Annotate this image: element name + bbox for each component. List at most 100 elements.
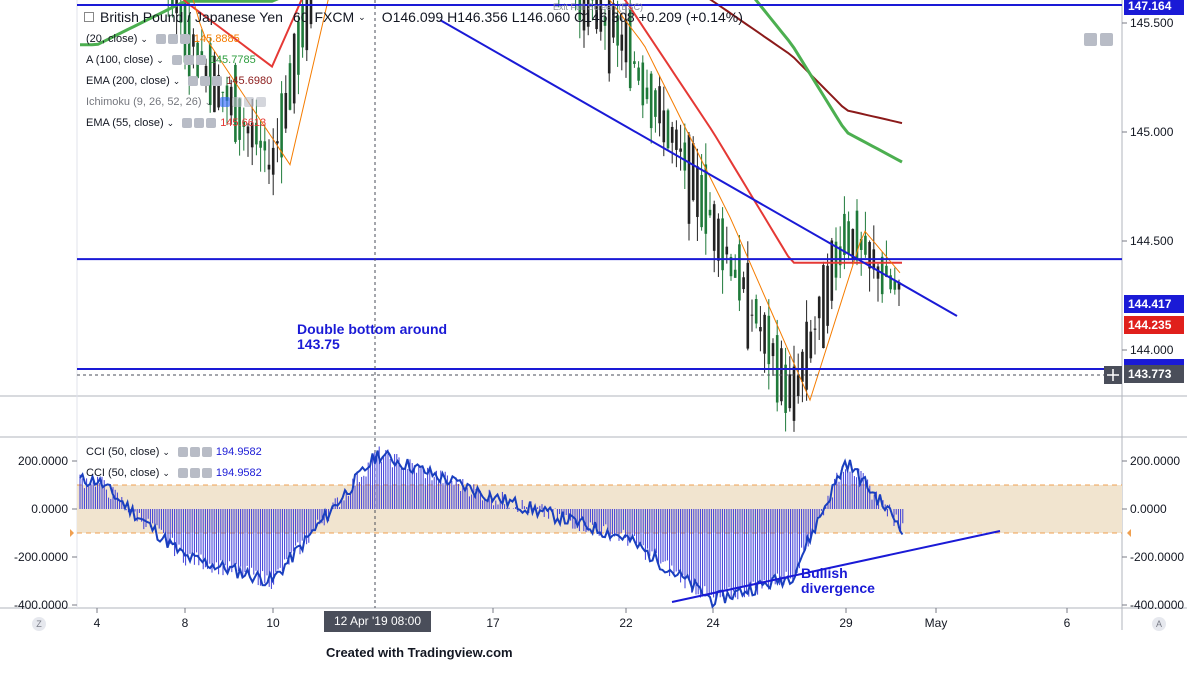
candle-body: [864, 235, 867, 255]
time-tick-label: 29: [839, 616, 853, 630]
eye-icon: [155, 34, 166, 44]
candle-body: [288, 63, 292, 110]
candle-body: [876, 266, 880, 279]
cci-tick-label: -200.0000: [1130, 550, 1184, 564]
candle-body: [654, 90, 657, 117]
candle-body: [712, 204, 716, 251]
annotation-line: divergence: [801, 580, 875, 596]
candle-body: [687, 134, 691, 224]
indicator-value: 145.7785: [209, 54, 256, 66]
eye-icon: [171, 55, 182, 65]
indicator-legend-ema55[interactable]: EMA (55, close) ⌄ 145.6613: [86, 114, 266, 132]
indicator-legend-sma20[interactable]: (20, close) ⌄ 145.8885: [86, 30, 240, 48]
ohlc-values: O146.099 H146.356 L146.060 C146.308 +0.2…: [381, 9, 743, 25]
candle-body: [851, 229, 855, 259]
indicator-label: CCI (50, close): [86, 446, 160, 458]
pane-maximize-button[interactable]: [1100, 33, 1113, 46]
candle-body: [805, 321, 808, 390]
candle-body: [645, 87, 649, 100]
candle-body: [843, 213, 846, 255]
candle-body: [763, 314, 766, 354]
candle-body: [784, 364, 787, 413]
candle-body: [649, 73, 653, 129]
indicator-controls: [177, 447, 212, 457]
candle-body: [679, 148, 682, 152]
close-icon: [206, 118, 217, 128]
indicator-label: CCI (50, close): [86, 467, 160, 479]
cci-tick-label-left: -400.0000: [14, 598, 68, 612]
footer-credit: Created with Tradingview.com: [326, 645, 513, 660]
chevron-down-icon[interactable]: ⌄: [358, 12, 366, 23]
candle-body: [822, 265, 825, 349]
candle-body: [813, 328, 817, 330]
candle-body: [704, 164, 708, 234]
indicator-label: Ichimoku (9, 26, 52, 26): [86, 96, 202, 108]
candle-body: [809, 331, 813, 359]
candle-body: [670, 126, 674, 143]
candle-body: [893, 281, 897, 290]
gear-icon: [183, 55, 194, 65]
close-icon: [201, 468, 212, 478]
indicator-legend-ichimoku[interactable]: Ichimoku (9, 26, 52, 26) ⌄: [86, 93, 270, 111]
candle-body: [641, 62, 645, 106]
candle-body: [788, 374, 792, 409]
cci-legend-1[interactable]: CCI (50, close) ⌄ 194.9582: [86, 443, 262, 461]
pane-controls: [1084, 33, 1113, 46]
indicator-controls: [155, 34, 190, 44]
time-tick-label: May: [925, 616, 948, 630]
price-tick-label: 145.000: [1130, 125, 1174, 139]
cci-tick-label: -400.0000: [1130, 598, 1184, 612]
indicator-label: EMA (55, close): [86, 117, 164, 129]
indicator-controls: [182, 118, 217, 128]
candle-body: [691, 143, 695, 201]
pane-up-button[interactable]: [1084, 33, 1097, 46]
candle-body: [259, 140, 262, 148]
candle-body: [830, 240, 834, 301]
indicator-controls: [220, 97, 267, 107]
collapse-icon[interactable]: [84, 12, 94, 22]
last-price-label: 144.235: [1124, 316, 1184, 334]
chart-title-bar: British Pound / Japanese Yen 60 FXCM ⌄ O…: [84, 7, 743, 27]
auto-scale-icon[interactable]: A: [1152, 617, 1166, 631]
chevron-down-icon: ⌄: [140, 33, 148, 44]
time-tick-label: 8: [182, 616, 189, 630]
chevron-down-icon: ⌄: [162, 446, 170, 457]
cci-tick-label: 200.0000: [1130, 454, 1180, 468]
annotation-line: Bullish: [801, 565, 848, 581]
indicator-controls: [188, 76, 223, 86]
candle-body: [633, 61, 636, 64]
time-tick-label: 24: [706, 616, 720, 630]
cci-tick-label: 0.0000: [1130, 502, 1167, 516]
chevron-down-icon: ⌄: [204, 96, 213, 107]
indicator-value: 145.6980: [226, 75, 273, 87]
candle-body: [620, 34, 624, 51]
exchange: FXCM: [314, 9, 355, 25]
gear-icon: [167, 34, 178, 44]
zoom-icon[interactable]: Z: [32, 617, 46, 631]
price-tick-label: 144.000: [1130, 343, 1174, 357]
crosshair-price-label: 143.773: [1124, 365, 1184, 383]
cci-legend-2[interactable]: CCI (50, close) ⌄ 194.9582: [86, 464, 262, 482]
symbol-name[interactable]: British Pound / Japanese Yen: [100, 9, 283, 25]
candle-body: [796, 375, 800, 397]
candle-body: [267, 164, 271, 170]
price-tick-label: 145.500: [1130, 16, 1174, 30]
indicator-legend-ma100[interactable]: A (100, close) ⌄ 145.7785: [86, 51, 256, 69]
indicator-legend-ema200[interactable]: EMA (200, close) ⌄ 145.6980: [86, 72, 272, 90]
indicator-label: EMA (200, close): [86, 75, 170, 87]
interval[interactable]: 60: [293, 9, 309, 25]
close-icon: [212, 76, 223, 86]
candle-body: [754, 299, 758, 324]
time-tick-label: 4: [94, 616, 101, 630]
gear-icon: [232, 97, 243, 107]
eye-icon: [177, 447, 188, 457]
time-tick-label: 17: [486, 616, 500, 630]
dots-icon: [244, 97, 255, 107]
annotation-line: Double bottom around: [297, 321, 448, 337]
gear-icon: [189, 468, 200, 478]
candle-body: [666, 110, 670, 149]
chevron-down-icon: ⌄: [172, 75, 181, 86]
candle-body: [721, 218, 724, 271]
candle-body: [271, 147, 275, 175]
indicator-controls: [177, 468, 212, 478]
